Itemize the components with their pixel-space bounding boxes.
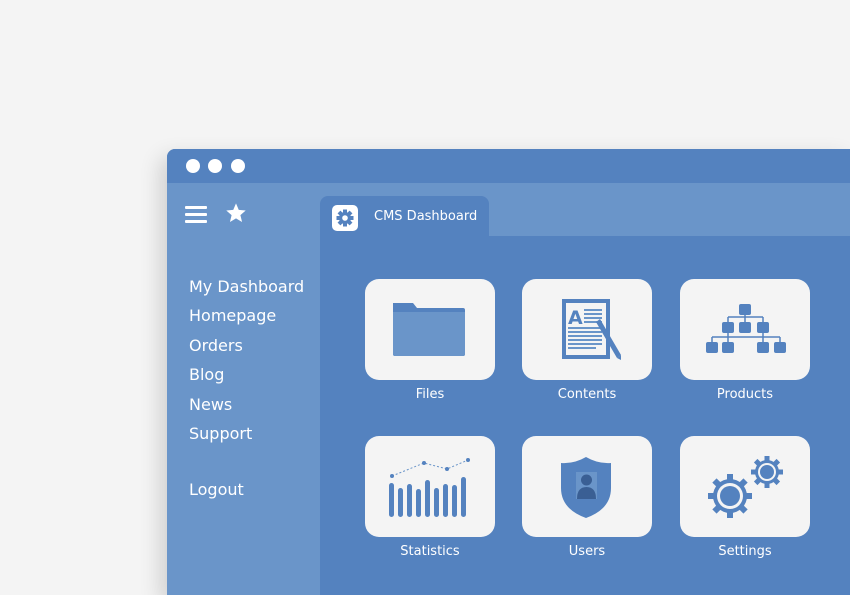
users-tile[interactable]	[522, 436, 652, 537]
sidebar-item-my-dashboard[interactable]: My Dashboard	[189, 277, 304, 297]
sidebar-item-orders[interactable]: Orders	[189, 336, 243, 356]
users-label: Users	[568, 544, 606, 559]
hamburger-menu-icon[interactable]	[185, 206, 207, 224]
sidebar-item-blog[interactable]: Blog	[189, 365, 224, 385]
statistics-tile[interactable]	[365, 436, 495, 537]
files-label: Files	[415, 387, 445, 402]
browser-window: My Dashboard Homepage Orders Blog News S…	[167, 149, 850, 595]
gear-icon	[332, 205, 358, 231]
bar-chart-icon	[389, 458, 470, 517]
sidebar: My Dashboard Homepage Orders Blog News S…	[167, 183, 320, 595]
hierarchy-icon	[706, 304, 786, 353]
statistics-label: Statistics	[400, 544, 460, 559]
sidebar-item-support[interactable]: Support	[189, 424, 252, 444]
files-tile[interactable]	[365, 279, 495, 380]
window-control-dot[interactable]	[186, 159, 200, 173]
settings-label: Settings	[718, 544, 772, 559]
document-edit-icon: A	[562, 299, 621, 360]
title-bar	[167, 149, 850, 183]
window-control-dot[interactable]	[231, 159, 245, 173]
window-control-dot[interactable]	[208, 159, 222, 173]
settings-tile[interactable]	[680, 436, 810, 537]
tab-cms-dashboard[interactable]: CMS Dashboard	[320, 196, 489, 236]
star-icon[interactable]	[225, 202, 247, 224]
folder-icon	[393, 303, 465, 356]
contents-tile[interactable]: A	[522, 279, 652, 380]
sidebar-item-news[interactable]: News	[189, 395, 232, 415]
gears-icon	[708, 456, 783, 518]
user-shield-icon	[561, 457, 611, 518]
tab-label: CMS Dashboard	[374, 209, 478, 224]
svg-text:A: A	[568, 307, 583, 329]
products-label: Products	[716, 387, 774, 402]
sidebar-item-logout[interactable]: Logout	[189, 480, 244, 500]
sidebar-item-homepage[interactable]: Homepage	[189, 306, 276, 326]
products-tile[interactable]	[680, 279, 810, 380]
contents-label: Contents	[557, 387, 617, 402]
